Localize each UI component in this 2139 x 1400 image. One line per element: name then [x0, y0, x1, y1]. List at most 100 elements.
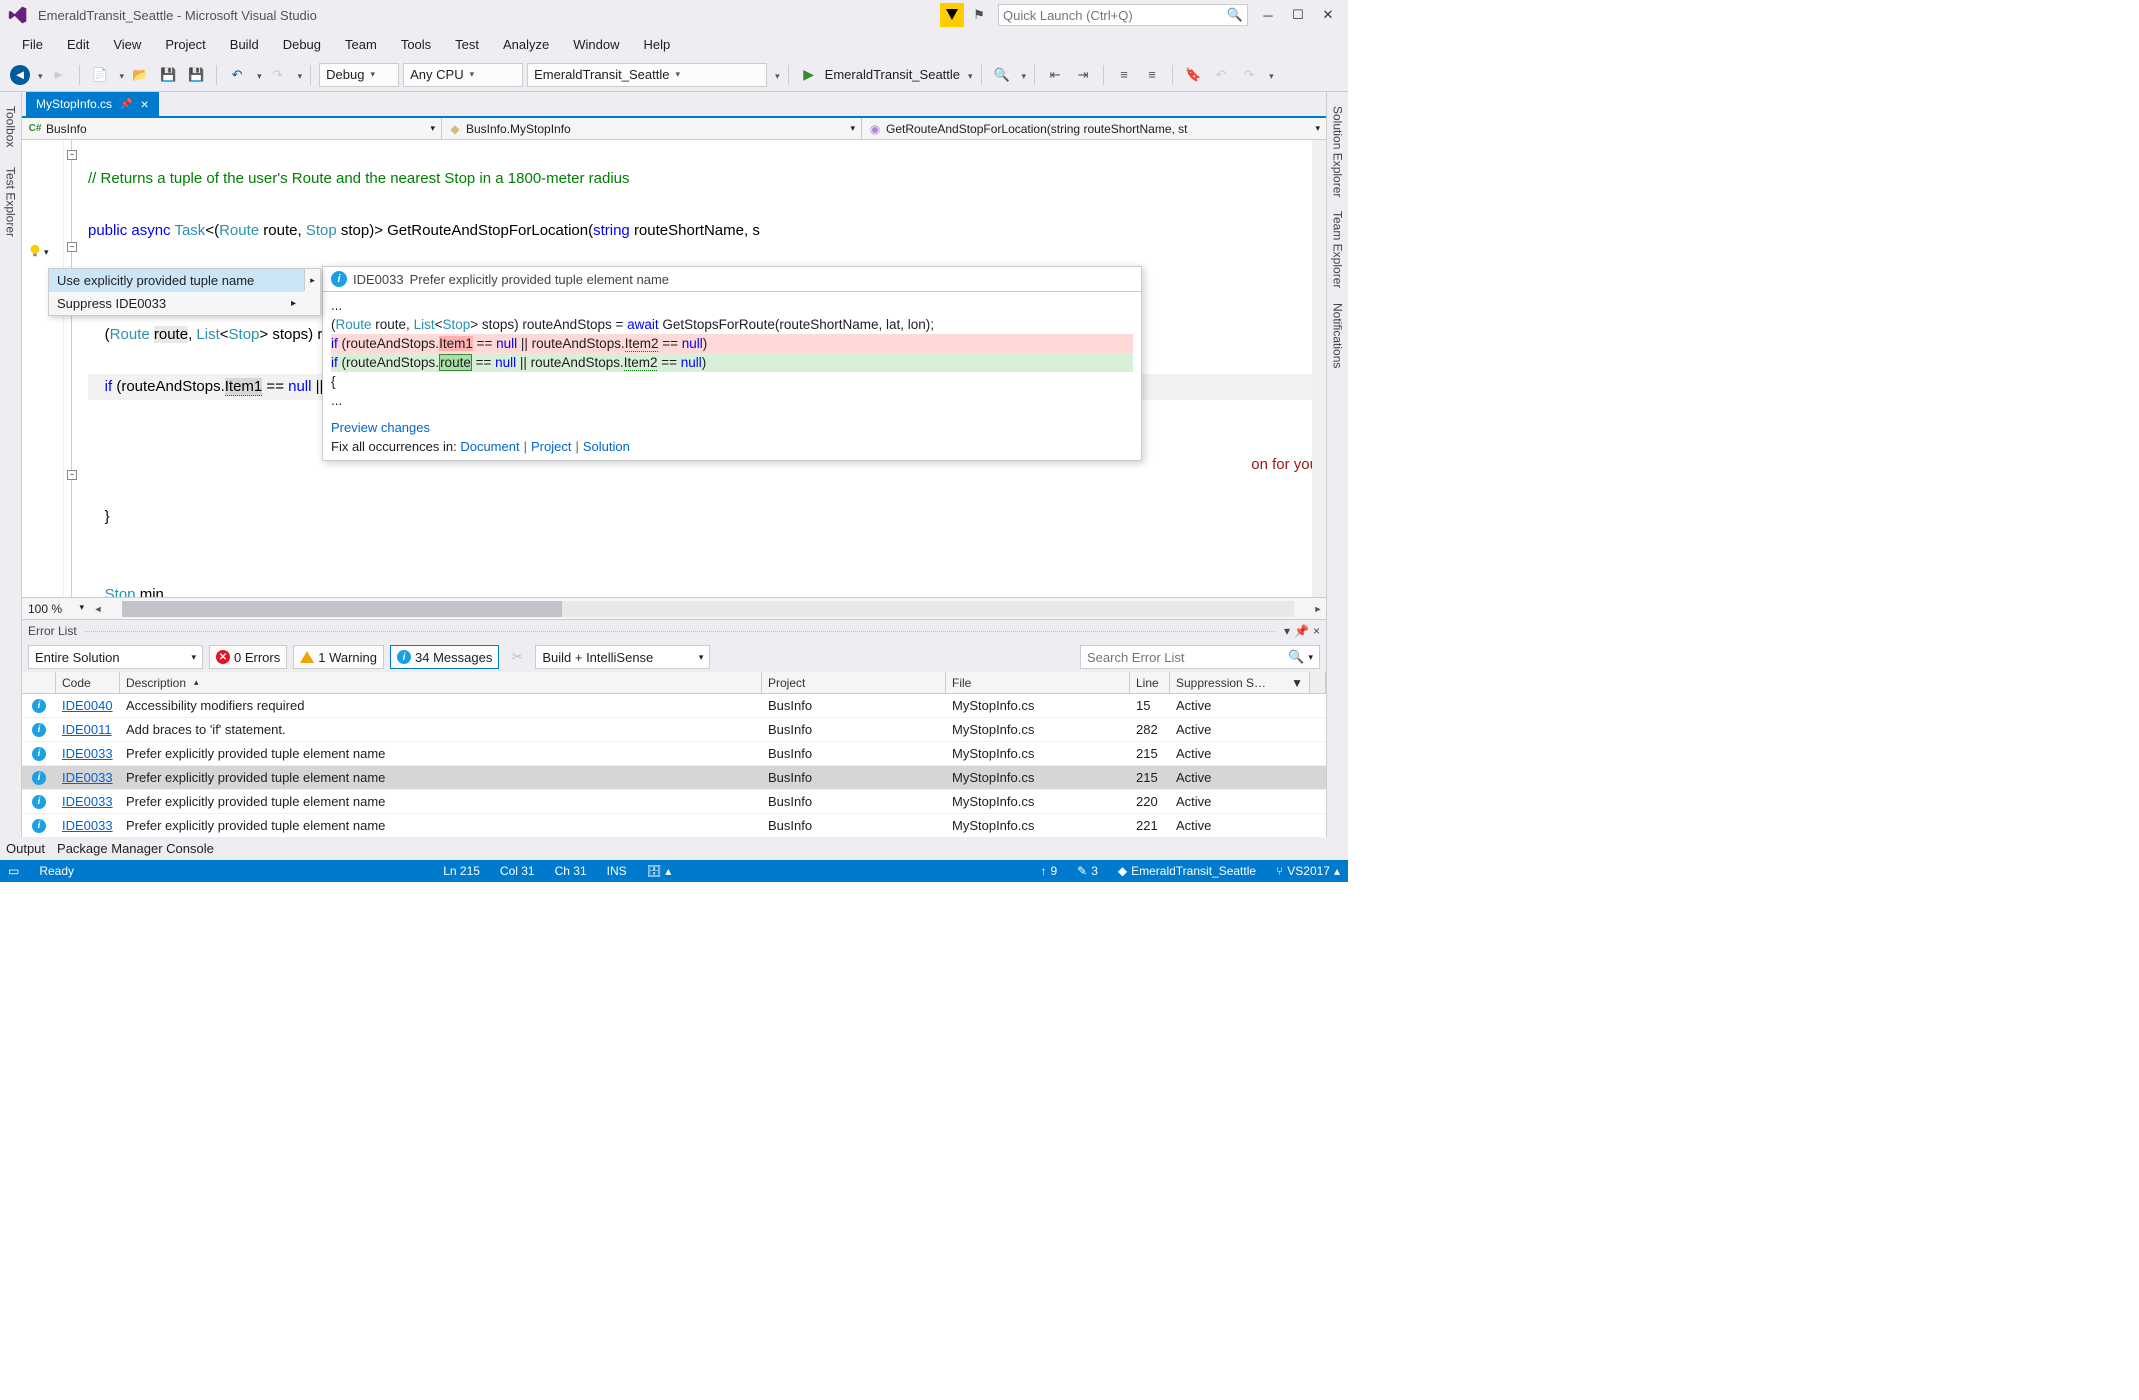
clear-filter-icon[interactable]: ✂ — [505, 645, 529, 669]
errors-filter[interactable]: ✕0 Errors — [209, 645, 287, 669]
menu-test[interactable]: Test — [443, 33, 491, 56]
panel-close-icon[interactable]: × — [1313, 624, 1320, 638]
menu-project[interactable]: Project — [153, 33, 217, 56]
platform-combo[interactable]: Any CPU▾ — [403, 63, 523, 87]
menu-view[interactable]: View — [101, 33, 153, 56]
col-project[interactable]: Project — [762, 672, 946, 693]
preview-changes-link[interactable]: Preview changes — [331, 420, 430, 435]
nav-class-combo[interactable]: ◆BusInfo.MyStopInfo▾ — [442, 118, 862, 139]
filter-icon[interactable]: ▼ — [1291, 676, 1303, 690]
save-button[interactable]: 💾 — [156, 63, 180, 87]
doc-tab-mystopinfo[interactable]: MyStopInfo.cs 📌 × — [26, 92, 159, 116]
tab-toolbox[interactable]: Toolbox — [4, 100, 18, 153]
indent-right-icon[interactable]: ⇥ — [1071, 63, 1095, 87]
tab-output[interactable]: Output — [6, 841, 45, 856]
col-suppression[interactable]: Suppression S…▼ — [1170, 672, 1310, 693]
tab-package-manager[interactable]: Package Manager Console — [57, 841, 214, 856]
open-button[interactable]: 📂 — [128, 63, 152, 87]
error-search-input[interactable] — [1087, 650, 1288, 665]
nav-back-dropdown[interactable] — [34, 67, 43, 82]
hscroll-right-icon[interactable]: ► — [1310, 601, 1326, 617]
toolbar-overflow[interactable] — [1265, 67, 1274, 82]
maximize-button[interactable]: ☐ — [1284, 1, 1312, 29]
error-row[interactable]: iIDE0033Prefer explicitly provided tuple… — [22, 790, 1326, 814]
menu-analyze[interactable]: Analyze — [491, 33, 561, 56]
error-code[interactable]: IDE0033 — [56, 746, 120, 761]
startup-combo[interactable]: EmeraldTransit_Seattle▾ — [527, 63, 767, 87]
col-file[interactable]: File — [946, 672, 1130, 693]
new-project-button[interactable]: 📄 — [88, 63, 112, 87]
config-combo[interactable]: Debug▾ — [319, 63, 399, 87]
error-code[interactable]: IDE0040 — [56, 698, 120, 713]
col-code[interactable]: Code — [56, 672, 120, 693]
startup-extra[interactable] — [771, 67, 780, 82]
build-combo[interactable]: Build + IntelliSense▾ — [535, 645, 710, 669]
notifications-icon[interactable]: ⚑ — [966, 2, 992, 28]
close-button[interactable]: ✕ — [1314, 1, 1342, 29]
error-row[interactable]: iIDE0033Prefer explicitly provided tuple… — [22, 766, 1326, 790]
panel-pin-icon[interactable]: 📌 — [1294, 624, 1309, 638]
menu-debug[interactable]: Debug — [271, 33, 333, 56]
quick-launch[interactable]: 🔍 — [998, 4, 1248, 26]
start-button[interactable]: ▶ — [797, 63, 821, 87]
outline-collapse-icon[interactable]: − — [67, 150, 77, 160]
undo-button[interactable]: ↶ — [225, 63, 249, 87]
panel-dropdown-icon[interactable]: ▾ — [1284, 624, 1290, 638]
fixall-document[interactable]: Document — [460, 439, 519, 454]
menu-build[interactable]: Build — [218, 33, 271, 56]
error-search[interactable]: 🔍 ▾ — [1080, 645, 1320, 669]
scope-combo[interactable]: Entire Solution▾ — [28, 645, 203, 669]
menu-window[interactable]: Window — [561, 33, 631, 56]
quick-launch-input[interactable] — [1003, 8, 1227, 23]
hscroll-left-icon[interactable]: ◄ — [90, 601, 106, 617]
fixall-solution[interactable]: Solution — [583, 439, 630, 454]
outline-collapse-icon[interactable]: − — [67, 470, 77, 480]
redo-dropdown[interactable] — [294, 67, 303, 82]
col-line[interactable]: Line — [1130, 672, 1170, 693]
status-server-icon[interactable]: 🗄 ▴ — [647, 864, 672, 878]
lightbulb-icon[interactable] — [28, 244, 42, 258]
pin-icon[interactable]: 📌 — [120, 99, 132, 110]
step-fwd-icon[interactable]: ↷ — [1237, 63, 1261, 87]
error-row[interactable]: iIDE0011Add braces to 'if' statement.Bus… — [22, 718, 1326, 742]
menu-file[interactable]: File — [10, 33, 55, 56]
tab-solution-explorer[interactable]: Solution Explorer — [1331, 100, 1345, 203]
new-dropdown[interactable] — [116, 67, 125, 82]
indent-left-icon[interactable]: ⇤ — [1043, 63, 1067, 87]
error-code[interactable]: IDE0011 — [56, 722, 120, 737]
error-code[interactable]: IDE0033 — [56, 818, 120, 833]
status-branch[interactable]: ⑂ VS2017 ▴ — [1276, 864, 1340, 878]
bookmark-icon[interactable]: 🔖 — [1181, 63, 1205, 87]
tab-test-explorer[interactable]: Test Explorer — [4, 161, 18, 243]
warnings-filter[interactable]: 1 Warning — [293, 645, 384, 669]
col-desc[interactable]: Description▴ — [120, 672, 762, 693]
quickfix-use-tuple-name[interactable]: Use explicitly provided tuple name — [49, 269, 304, 292]
menu-tools[interactable]: Tools — [389, 33, 443, 56]
status-changes[interactable]: ✎ 3 — [1077, 864, 1098, 878]
menu-help[interactable]: Help — [632, 33, 683, 56]
error-code[interactable]: IDE0033 — [56, 794, 120, 809]
fixall-project[interactable]: Project — [531, 439, 571, 454]
uncomment-icon[interactable]: ≡ — [1140, 63, 1164, 87]
error-row[interactable]: iIDE0033Prefer explicitly provided tuple… — [22, 742, 1326, 766]
tab-team-explorer[interactable]: Team Explorer — [1331, 205, 1345, 294]
zoom-combo[interactable]: 100 %▾ — [22, 602, 90, 616]
comment-icon[interactable]: ≡ — [1112, 63, 1136, 87]
redo-button[interactable]: ↷ — [266, 63, 290, 87]
error-row[interactable]: iIDE0033Prefer explicitly provided tuple… — [22, 814, 1326, 837]
status-push[interactable]: ↑ 9 — [1040, 864, 1057, 878]
code-editor[interactable]: ▾ − − − // Returns a tuple of the user's… — [22, 140, 1326, 597]
minimize-button[interactable]: ─ — [1254, 1, 1282, 29]
menu-team[interactable]: Team — [333, 33, 389, 56]
save-all-button[interactable]: 💾 — [184, 63, 208, 87]
error-row[interactable]: iIDE0040Accessibility modifiers required… — [22, 694, 1326, 718]
nav-back-button[interactable]: ◄ — [10, 65, 30, 85]
find-button[interactable]: 🔍 — [990, 63, 1014, 87]
vscroll-gutter[interactable] — [1310, 672, 1326, 693]
quickfix-expand-icon[interactable]: ▸ — [304, 269, 320, 291]
error-code[interactable]: IDE0033 — [56, 770, 120, 785]
menu-edit[interactable]: Edit — [55, 33, 101, 56]
find-dropdown[interactable] — [1018, 67, 1027, 82]
horizontal-scrollbar[interactable] — [122, 601, 1294, 617]
nav-fwd-button[interactable]: ► — [47, 63, 71, 87]
